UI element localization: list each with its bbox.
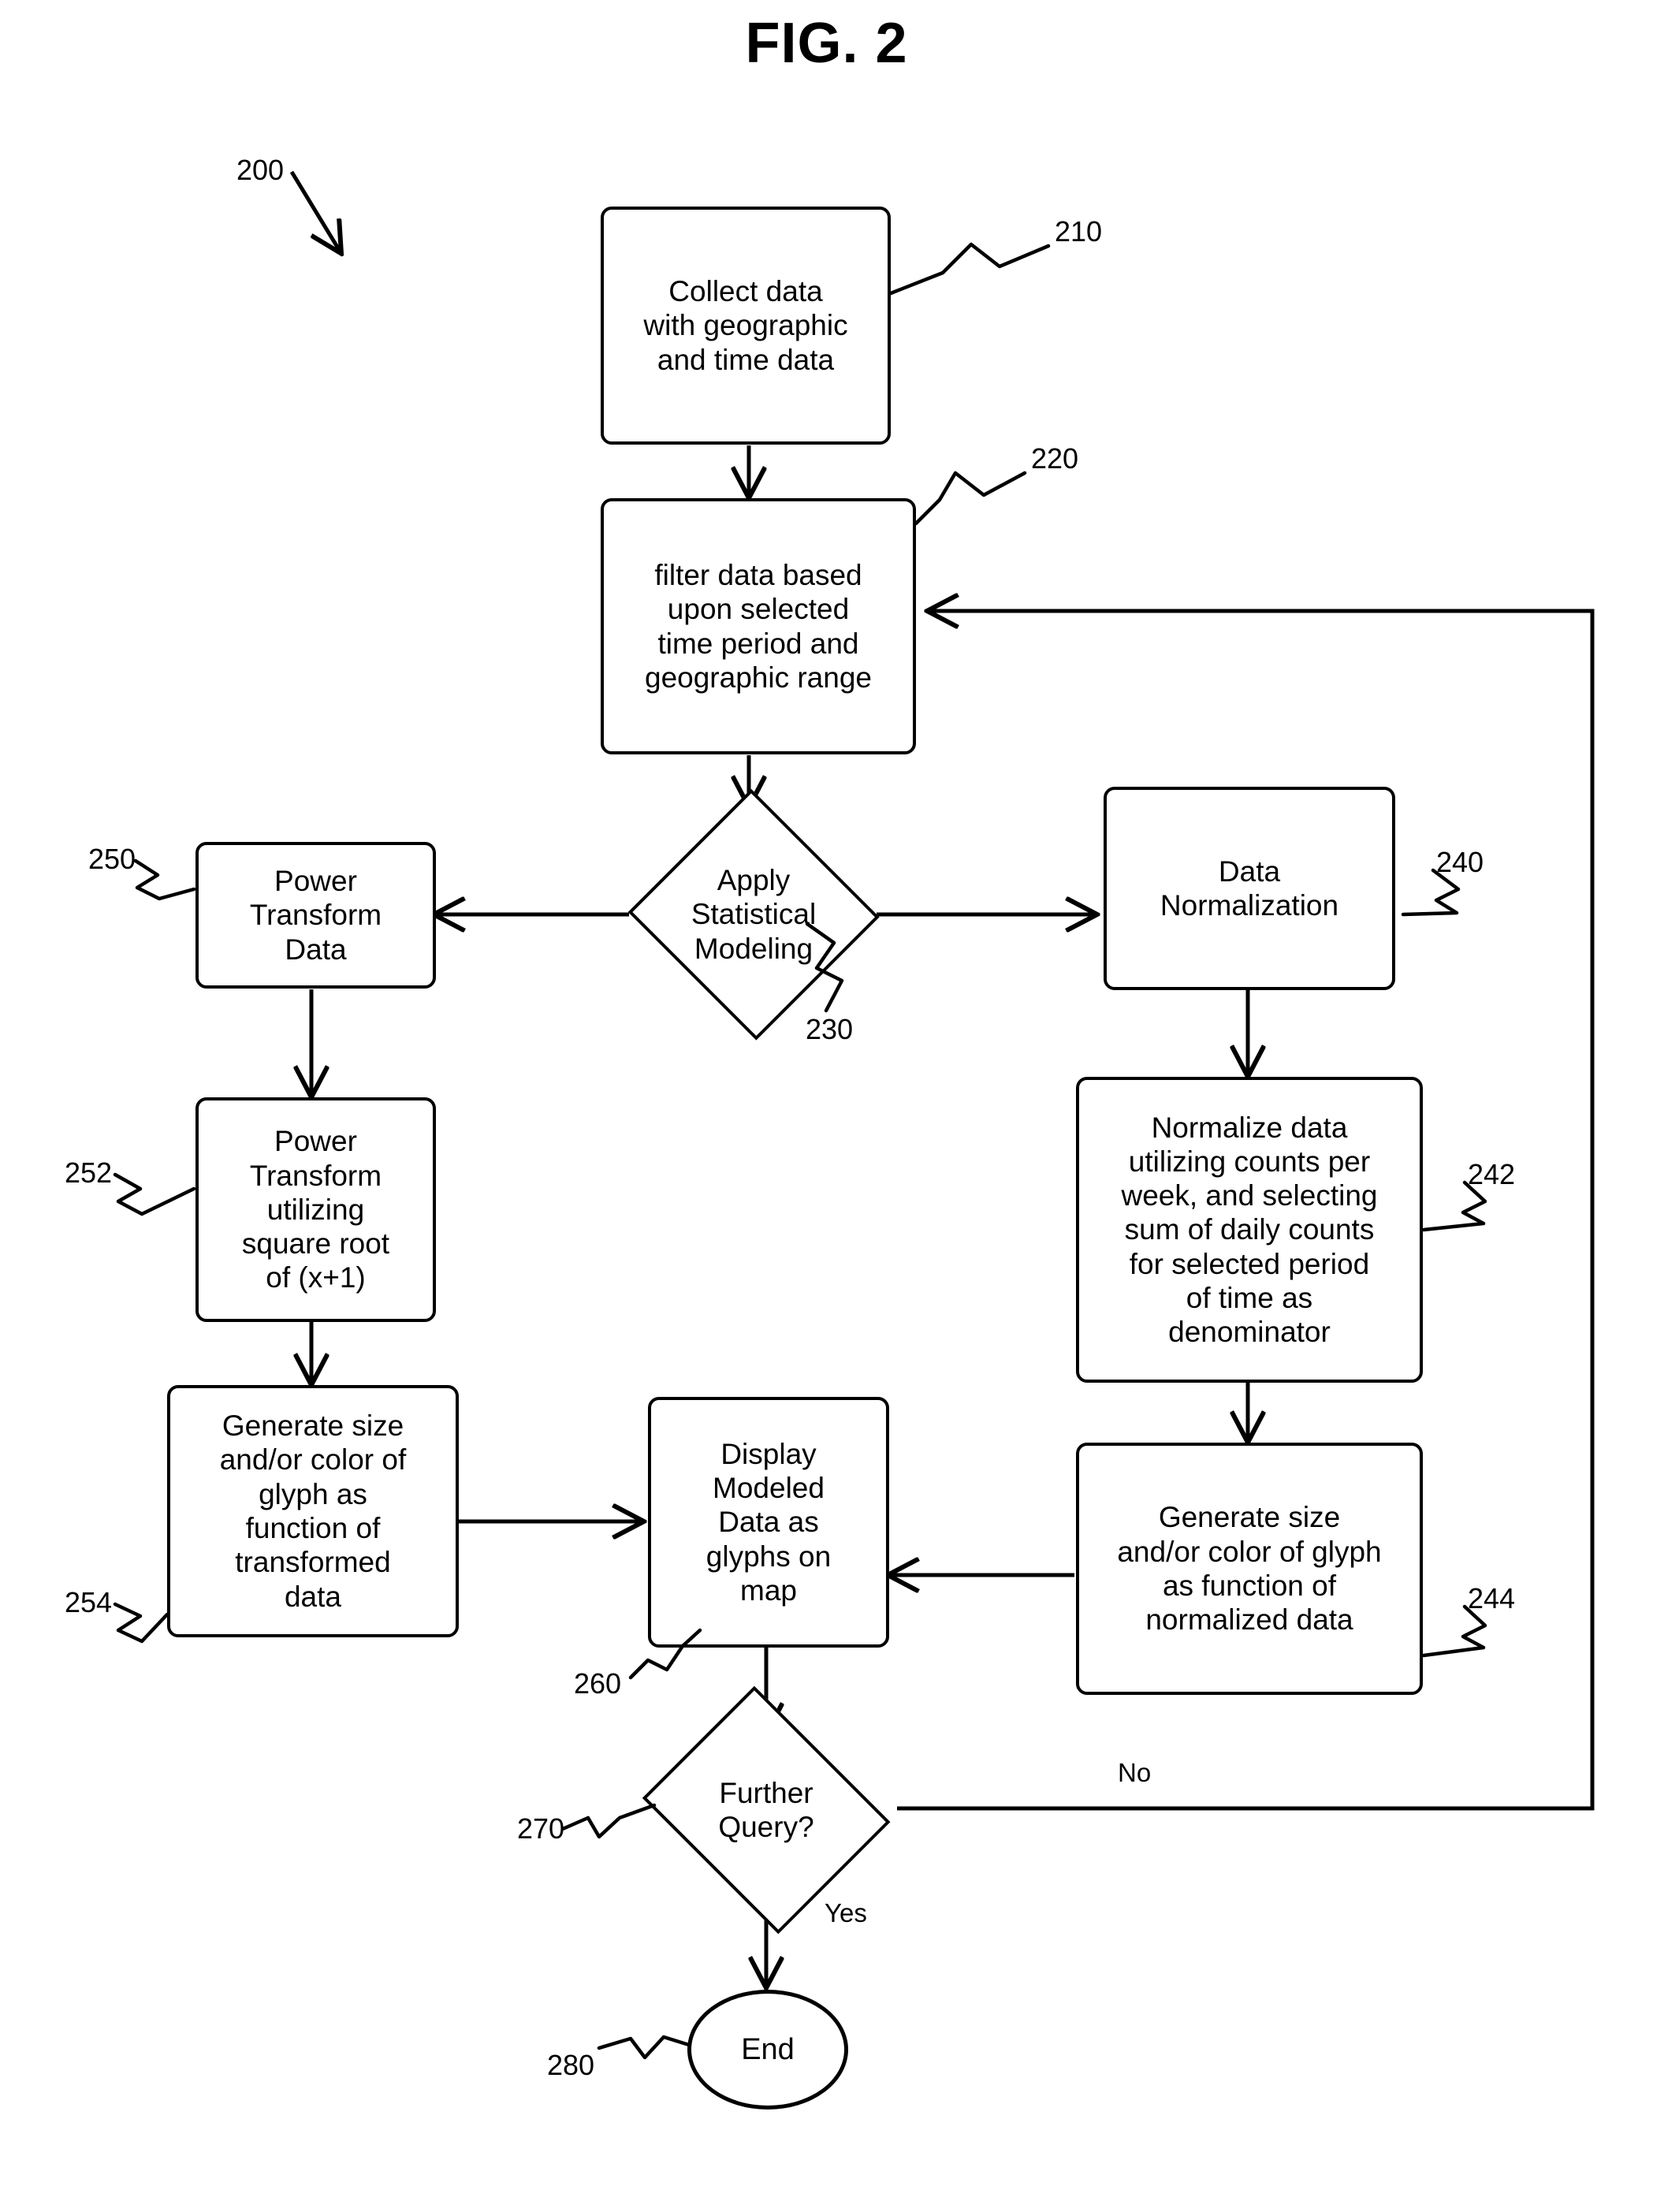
node-power-transform-sqrt-label: Power Transform utilizing square root of… — [241, 1125, 390, 1294]
refnum-270: 270 — [517, 1812, 565, 1845]
node-collect-data-label: Collect data with geographic and time da… — [643, 275, 848, 376]
node-end-label: End — [741, 2032, 795, 2066]
figure-canvas: FIG. 2 Collect data with geographic and … — [0, 0, 1653, 2212]
node-collect-data[interactable]: Collect data with geographic and time da… — [601, 207, 891, 445]
node-power-transform-sqrt[interactable]: Power Transform utilizing square root of… — [195, 1097, 436, 1322]
refnum-210: 210 — [1055, 215, 1103, 248]
refnum-244: 244 — [1468, 1582, 1516, 1614]
node-generate-glyph-transformed-label: Generate size and/or color of glyph as f… — [219, 1409, 407, 1613]
node-filter-data[interactable]: filter data based upon selected time per… — [601, 498, 916, 754]
refnum-220: 220 — [1031, 442, 1079, 475]
refnum-260: 260 — [574, 1667, 622, 1700]
node-power-transform-data[interactable]: Power Transform Data — [195, 842, 436, 989]
node-display-modeled-data[interactable]: Display Modeled Data as glyphs on map — [648, 1397, 889, 1648]
node-data-normalization[interactable]: Data Normalization — [1104, 787, 1395, 990]
node-filter-data-label: filter data based upon selected time per… — [645, 558, 872, 694]
node-normalize-counts-label: Normalize data utilizing counts per week… — [1121, 1111, 1378, 1349]
figure-title: FIG. 2 — [745, 12, 908, 75]
node-generate-glyph-normalized[interactable]: Generate size and/or color of glyph as f… — [1076, 1443, 1423, 1695]
refnum-252: 252 — [65, 1156, 113, 1189]
node-further-query-label: Further Query? — [718, 1776, 814, 1843]
node-apply-statistical-modeling-label: Apply Statistical Modeling — [691, 864, 817, 965]
node-generate-glyph-transformed[interactable]: Generate size and/or color of glyph as f… — [167, 1385, 459, 1637]
refnum-254: 254 — [65, 1586, 113, 1618]
node-further-query[interactable]: Further Query? — [635, 1685, 897, 1935]
node-data-normalization-label: Data Normalization — [1160, 855, 1339, 922]
refnum-242: 242 — [1468, 1158, 1516, 1190]
branch-label-no: No — [1118, 1758, 1152, 1787]
node-normalize-counts[interactable]: Normalize data utilizing counts per week… — [1076, 1077, 1423, 1383]
refnum-240: 240 — [1436, 846, 1484, 878]
node-display-modeled-data-label: Display Modeled Data as glyphs on map — [706, 1437, 832, 1607]
node-power-transform-data-label: Power Transform Data — [249, 865, 382, 966]
refnum-200: 200 — [236, 154, 285, 186]
branch-label-yes: Yes — [825, 1898, 867, 1927]
node-end[interactable]: End — [687, 1990, 848, 2110]
node-apply-statistical-modeling[interactable]: Apply Statistical Modeling — [627, 788, 880, 1041]
refnum-230: 230 — [806, 1013, 854, 1045]
refnum-280: 280 — [547, 2049, 595, 2081]
refnum-250: 250 — [88, 843, 136, 875]
node-generate-glyph-normalized-label: Generate size and/or color of glyph as f… — [1117, 1501, 1382, 1637]
